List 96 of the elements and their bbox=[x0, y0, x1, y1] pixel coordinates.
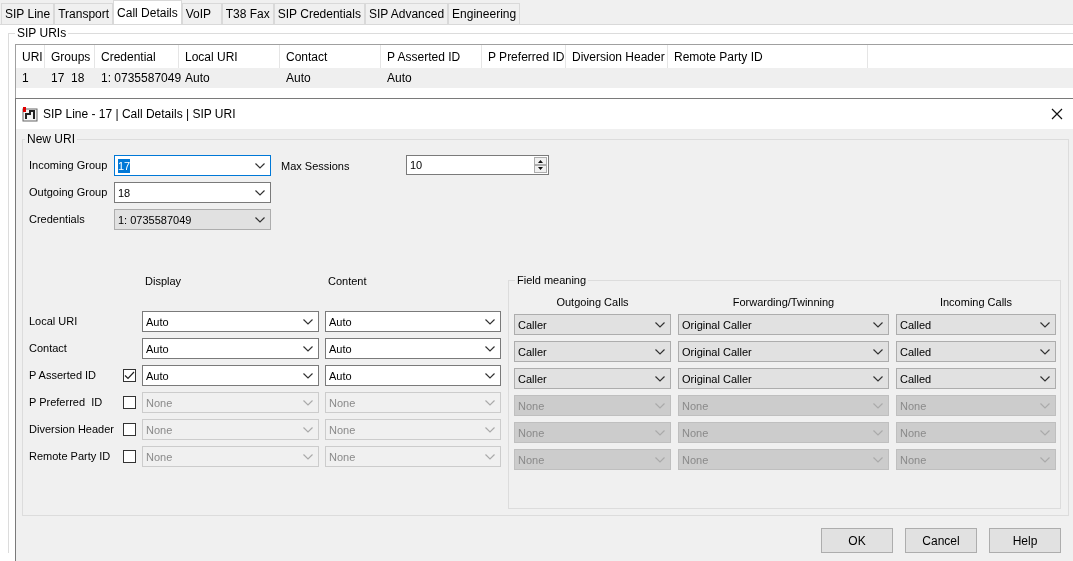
close-button[interactable] bbox=[1049, 106, 1065, 122]
field-label: Max Sessions bbox=[281, 159, 351, 174]
chevron-down-icon bbox=[873, 321, 883, 328]
column-heading: Content bbox=[328, 273, 367, 289]
spin-arrows-icon[interactable] bbox=[534, 157, 547, 173]
dropdown[interactable]: Auto bbox=[325, 311, 501, 332]
chevron-down-icon bbox=[255, 189, 265, 196]
column-heading: Display bbox=[145, 273, 183, 289]
chevron-down-icon bbox=[655, 348, 665, 355]
chevron-down-icon bbox=[1040, 402, 1050, 409]
chevron-down-icon bbox=[303, 372, 313, 379]
dialog-button[interactable]: Cancel bbox=[905, 528, 977, 553]
chevron-down-icon bbox=[303, 345, 313, 352]
chevron-down-icon bbox=[1040, 456, 1050, 463]
chevron-down-icon bbox=[655, 321, 665, 328]
chevron-down-icon bbox=[485, 318, 495, 325]
chevron-down-icon bbox=[485, 372, 495, 379]
row-label: P Preferred ID bbox=[29, 395, 103, 411]
app-icon bbox=[22, 106, 38, 122]
chevron-down-icon bbox=[303, 453, 313, 460]
dropdown[interactable]: Auto bbox=[142, 338, 319, 359]
column-heading: Incoming Calls bbox=[938, 294, 1014, 310]
chevron-down-icon bbox=[873, 456, 883, 463]
table-row[interactable]: 1 17 18 1: 0735587049 Auto Auto Auto bbox=[16, 68, 1073, 88]
chevron-down-icon bbox=[655, 456, 665, 463]
row-label: Local URI bbox=[29, 314, 78, 330]
chevron-down-icon bbox=[655, 375, 665, 382]
dropdown[interactable]: Auto bbox=[325, 338, 501, 359]
field-label: Credentials bbox=[29, 212, 86, 228]
chevron-down-icon bbox=[485, 345, 495, 352]
chevron-down-icon bbox=[1040, 321, 1050, 328]
chevron-down-icon bbox=[1040, 375, 1050, 382]
chevron-down-icon bbox=[1040, 429, 1050, 436]
tab[interactable]: Engineering bbox=[448, 3, 521, 24]
dropdown[interactable]: Called bbox=[896, 341, 1056, 362]
dropdown[interactable]: Auto bbox=[142, 311, 319, 332]
checkbox[interactable] bbox=[123, 450, 136, 463]
table-cell-text: 1 bbox=[21, 70, 30, 87]
chevron-down-icon bbox=[255, 216, 265, 223]
dropdown[interactable]: Called bbox=[896, 368, 1056, 389]
dropdown[interactable]: Caller bbox=[514, 368, 671, 389]
dropdown[interactable]: Auto bbox=[325, 365, 501, 386]
chevron-down-icon bbox=[303, 399, 313, 406]
chevron-down-icon bbox=[1040, 348, 1050, 355]
group-title: New URI bbox=[25, 132, 77, 146]
tab[interactable]: T38 Fax bbox=[221, 3, 274, 24]
table-cell-text: 1: 0735587049 bbox=[100, 70, 179, 87]
table-cell-text: 17 18 bbox=[50, 70, 86, 87]
checkbox[interactable] bbox=[123, 369, 136, 382]
tab[interactable]: VoIP bbox=[181, 3, 222, 24]
row-label: Diversion Header bbox=[29, 422, 114, 438]
chevron-down-icon bbox=[873, 375, 883, 382]
dropdown[interactable]: Caller bbox=[514, 341, 671, 362]
checkbox[interactable] bbox=[123, 396, 136, 409]
dropdown[interactable]: 1: 0735587049 bbox=[114, 209, 271, 230]
row-label: P Asserted ID bbox=[29, 368, 97, 384]
tab[interactable]: SIP Line bbox=[1, 3, 55, 24]
dropdown[interactable]: Caller bbox=[514, 314, 671, 335]
chevron-down-icon bbox=[485, 453, 495, 460]
dropdown[interactable]: Original Caller bbox=[678, 368, 889, 389]
window-title: SIP Line - 17 | Call Details | SIP URI bbox=[43, 106, 237, 123]
chevron-down-icon bbox=[655, 429, 665, 436]
group-title: Field meaning bbox=[515, 273, 589, 287]
table-cell-text: Auto bbox=[184, 70, 211, 87]
checkbox[interactable] bbox=[123, 423, 136, 436]
dialog-button[interactable]: Help bbox=[989, 528, 1061, 553]
dropdown[interactable]: Called bbox=[896, 314, 1056, 335]
column-heading: Forwarding/Twinning bbox=[731, 294, 836, 310]
chevron-down-icon bbox=[655, 402, 665, 409]
chevron-down-icon bbox=[255, 162, 265, 169]
group-title: SIP URIs bbox=[15, 26, 69, 40]
tab[interactable]: SIP Advanced bbox=[364, 3, 449, 24]
chevron-down-icon bbox=[303, 318, 313, 325]
chevron-down-icon bbox=[873, 429, 883, 436]
chevron-down-icon bbox=[485, 426, 495, 433]
tab[interactable]: Call Details bbox=[113, 0, 182, 24]
chevron-down-icon bbox=[873, 402, 883, 409]
tab[interactable]: SIP Credentials bbox=[273, 3, 365, 24]
spin-field[interactable]: 10 bbox=[406, 155, 549, 175]
chevron-down-icon bbox=[873, 348, 883, 355]
dropdown[interactable]: 17 bbox=[114, 155, 271, 176]
dropdown[interactable]: Original Caller bbox=[678, 341, 889, 362]
chevron-down-icon bbox=[303, 426, 313, 433]
dropdown[interactable]: Auto bbox=[142, 365, 319, 386]
tab[interactable]: Transport bbox=[54, 3, 114, 24]
row-label: Contact bbox=[29, 341, 67, 357]
table-cell-text: Auto bbox=[285, 70, 312, 87]
row-label: Remote Party ID bbox=[29, 449, 111, 465]
field-label: Outgoing Group bbox=[29, 185, 109, 201]
field-label: Incoming Group bbox=[29, 158, 109, 174]
dialog-button[interactable]: OK bbox=[821, 528, 893, 553]
dropdown[interactable]: 18 bbox=[114, 182, 271, 203]
column-heading: Outgoing Calls bbox=[555, 294, 630, 310]
table-cell-text: Auto bbox=[386, 70, 413, 87]
chevron-down-icon bbox=[485, 399, 495, 406]
dropdown[interactable]: Original Caller bbox=[678, 314, 889, 335]
